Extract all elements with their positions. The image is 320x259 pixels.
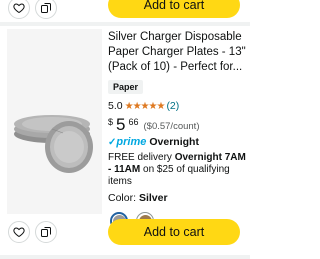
delivery-prefix: FREE delivery bbox=[108, 152, 175, 163]
compare-icon bbox=[41, 227, 51, 237]
unit-price: ($0.57/count) bbox=[143, 121, 200, 132]
delivery-info: FREE delivery Overnight 7AM - 11AM on $2… bbox=[108, 152, 248, 188]
prime-speed: Overnight bbox=[149, 136, 199, 148]
product-info: Silver Charger Disposable Paper Charger … bbox=[108, 30, 248, 204]
color-value: Silver bbox=[138, 192, 168, 204]
rating-value: 5.0 bbox=[108, 100, 123, 112]
price-fraction: 66 bbox=[128, 117, 139, 127]
compare-button[interactable] bbox=[35, 221, 57, 243]
compare-button[interactable] bbox=[35, 0, 57, 19]
charger-plates-image bbox=[14, 115, 93, 173]
prime-logo: prime bbox=[116, 136, 147, 148]
add-to-cart-button-previous[interactable]: Add to cart bbox=[108, 0, 240, 18]
prime-badge: ✓ prime Overnight bbox=[108, 136, 248, 148]
rating-count[interactable]: (2) bbox=[166, 100, 179, 112]
star-rating-icon: ★★★★★ bbox=[124, 100, 166, 112]
price-symbol: $ bbox=[108, 117, 114, 127]
heart-icon bbox=[13, 227, 25, 238]
product-title[interactable]: Silver Charger Disposable Paper Charger … bbox=[108, 30, 248, 75]
color-selection: Color: Silver bbox=[108, 192, 248, 204]
previous-card-actions: Add to cart bbox=[0, 0, 250, 22]
material-badge: Paper bbox=[108, 80, 144, 94]
rating-row[interactable]: 5.0 ★★★★★ (2) bbox=[108, 100, 248, 112]
heart-icon bbox=[13, 3, 25, 14]
color-label: Color: bbox=[108, 192, 137, 204]
product-image[interactable] bbox=[7, 29, 102, 214]
wishlist-button[interactable] bbox=[8, 0, 30, 19]
wishlist-button[interactable] bbox=[8, 221, 30, 243]
add-to-cart-button[interactable]: Add to cart bbox=[108, 219, 240, 245]
bottom-divider bbox=[0, 255, 250, 259]
price-whole: 5 bbox=[116, 115, 126, 134]
compare-icon bbox=[41, 3, 51, 13]
price: $ 5 66 ($0.57/count) bbox=[108, 115, 248, 134]
product-card: Silver Charger Disposable Paper Charger … bbox=[0, 26, 250, 259]
